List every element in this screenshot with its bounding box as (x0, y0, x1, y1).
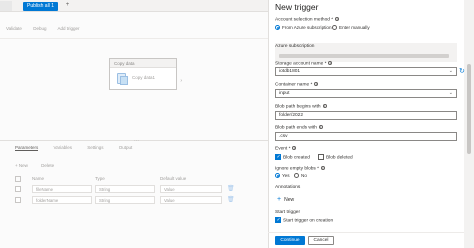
scrollbar-thumb[interactable] (467, 64, 471, 154)
info-icon: i (292, 146, 297, 150)
validate-button[interactable]: Validate (6, 26, 22, 31)
info-icon: i (322, 104, 327, 108)
blob-ends-label: Blob path ends with i (275, 125, 323, 131)
container-label: Container name * i (275, 82, 319, 88)
param-default-input[interactable]: Value (160, 196, 222, 204)
info-icon: i (328, 61, 333, 65)
container-dropdown[interactable]: input ⌄ (275, 89, 457, 98)
blob-begins-input[interactable]: folder/2022 (275, 111, 457, 120)
editor-tab-strip: Publish all 1 + (0, 0, 268, 12)
activity-name: Copy data1 (132, 75, 156, 80)
event-label: Event * i (275, 146, 297, 152)
tab-variables[interactable]: Variables (54, 145, 72, 150)
annotations-label: Annotations (275, 185, 301, 190)
radio-selected-icon (275, 25, 280, 31)
radio-enter-manually[interactable]: Enter manually (332, 25, 370, 31)
row-checkbox[interactable] (15, 197, 21, 203)
cancel-button[interactable]: Cancel (308, 236, 334, 245)
activity-output-chevron-icon: › (180, 78, 182, 84)
radio-unselected-icon (294, 173, 299, 179)
row-checkbox[interactable] (15, 186, 21, 192)
checkbox-checked-icon (275, 154, 281, 160)
pipeline-editor: Publish all 1 + Validate Debug Add trigg… (0, 0, 268, 248)
trash-icon[interactable]: 🗑 (227, 196, 235, 204)
event-blob-created-checkbox[interactable]: Blob created (275, 154, 310, 160)
panel-title: New trigger (275, 2, 319, 12)
add-trigger-button[interactable]: Add trigger (57, 26, 79, 31)
param-name-input[interactable]: fileName (32, 185, 92, 193)
tab-output[interactable]: Output (119, 145, 133, 150)
activity-type-label: Copy data (110, 59, 176, 68)
header-select-checkbox[interactable] (15, 176, 21, 183)
column-header-type: Type (95, 176, 105, 181)
start-trigger-label: Start trigger (275, 210, 301, 215)
publish-all-label: Publish all (27, 3, 50, 9)
radio-ignore-no[interactable]: No (294, 173, 307, 179)
chevron-down-icon: ⌄ (448, 90, 453, 96)
radio-ignore-yes[interactable]: Yes (275, 173, 290, 179)
chevron-down-icon: ⌄ (448, 68, 453, 74)
checkbox-unchecked-icon (318, 154, 324, 160)
copy-data-icon (117, 73, 128, 85)
account-method-label: Account selection method * i (275, 17, 340, 23)
blob-ends-input[interactable]: .csv (275, 132, 457, 141)
storage-account-dropdown[interactable]: iotdb1801 ⌄ (275, 67, 457, 76)
command-bar: Validate Debug Add trigger (6, 26, 90, 34)
event-blob-deleted-checkbox[interactable]: Blob deleted (318, 154, 353, 160)
footer-divider (268, 232, 464, 233)
azure-subscription-label: Azure subscription (275, 44, 315, 49)
bottom-tabs: Parameters Variables Settings Output (15, 145, 146, 153)
tab-parameters[interactable]: Parameters (15, 145, 39, 151)
trash-icon[interactable]: 🗑 (227, 185, 235, 193)
checkbox-checked-icon (275, 217, 281, 223)
new-annotation-button[interactable]: + New (277, 196, 294, 203)
param-name-input[interactable]: folderName (32, 196, 92, 204)
refresh-icon[interactable]: ↻ (459, 67, 465, 75)
new-parameter-button[interactable]: + New (15, 163, 28, 168)
publish-badge: 1 (51, 3, 54, 9)
parameter-actions: + New Delete (15, 163, 66, 168)
canvas-divider (0, 38, 268, 39)
storage-account-label: Storage account name * i (275, 61, 333, 67)
plus-icon: + (277, 196, 282, 203)
publish-all-button[interactable]: Publish all 1 (23, 2, 58, 11)
column-header-default: Default value (160, 176, 187, 181)
param-default-input[interactable]: Value (160, 185, 222, 193)
radio-from-subscription[interactable]: From Azure subscription (275, 25, 332, 31)
ignore-empty-label: Ignore empty blobs * i (275, 166, 325, 172)
continue-button[interactable]: Continue (275, 236, 305, 245)
param-type-select[interactable]: String (95, 185, 155, 193)
table-row: folderName String Value 🗑 (15, 196, 235, 205)
start-trigger-checkbox[interactable]: Start trigger on creation (275, 217, 333, 223)
splitter-handle-icon[interactable]: ⋯ (134, 138, 139, 144)
delete-parameter-button[interactable]: Delete (41, 163, 54, 168)
table-row: fileName String Value 🗑 (15, 185, 235, 194)
copy-data-activity[interactable]: Copy data Copy data1 › (109, 58, 182, 90)
radio-unselected-icon (332, 25, 337, 31)
info-icon: i (314, 82, 319, 86)
info-icon: i (318, 125, 323, 129)
column-header-name: Name (32, 176, 45, 181)
panel-scrollbar[interactable] (464, 0, 474, 248)
redacted-value (279, 54, 449, 58)
info-icon: i (335, 17, 340, 21)
param-type-select[interactable]: String (95, 196, 155, 204)
info-icon: i (321, 166, 325, 170)
tab-settings[interactable]: Settings (87, 145, 103, 150)
editor-tab[interactable] (0, 1, 12, 11)
debug-button[interactable]: Debug (33, 26, 46, 31)
radio-selected-icon (275, 173, 280, 179)
blob-begins-label: Blob path begins with i (275, 104, 327, 110)
add-tab-button[interactable]: + (64, 2, 71, 9)
